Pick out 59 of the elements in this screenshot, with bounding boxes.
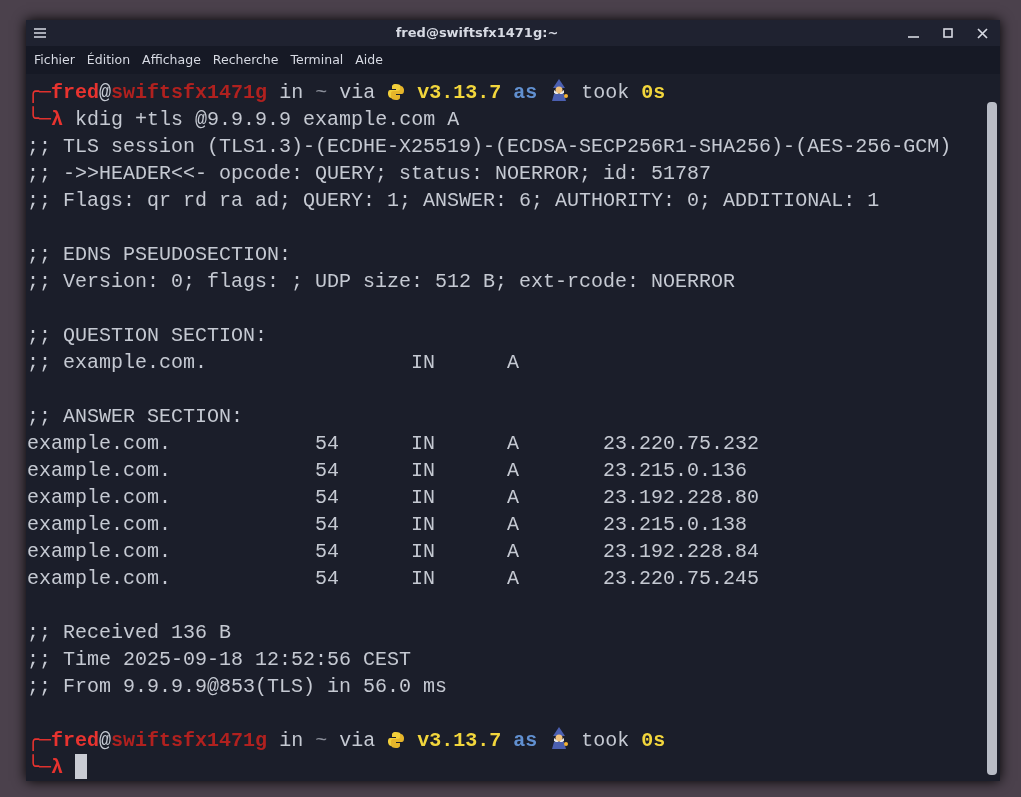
host-name: swiftsfx1471g bbox=[111, 729, 268, 752]
output-line: example.com. 54 IN A 23.192.228.84 bbox=[27, 540, 760, 563]
prompt-word: as bbox=[513, 81, 538, 104]
prompt-bracket: ╰─ bbox=[27, 756, 52, 779]
user-name: fred bbox=[51, 81, 100, 104]
output-line: example.com. 54 IN A 23.220.75.232 bbox=[27, 432, 760, 455]
scrollbar-thumb[interactable] bbox=[987, 102, 997, 775]
maximize-icon[interactable] bbox=[943, 28, 953, 39]
wizard-icon bbox=[549, 727, 570, 749]
wizard-icon bbox=[549, 79, 570, 101]
close-icon[interactable] bbox=[977, 27, 988, 39]
user-name: fred bbox=[51, 729, 100, 752]
output-line: ;; Flags: qr rd ra ad; QUERY: 1; ANSWER: 6; AUTHORITY: 0; ADDITIONAL: 1 bbox=[27, 189, 880, 212]
menu-item[interactable]: Affichage bbox=[136, 48, 207, 72]
output-line: example.com. 54 IN A 23.192.228.80 bbox=[27, 486, 760, 509]
lambda-symbol: λ bbox=[51, 108, 64, 131]
output-line: ;; TLS session (TLS1.3)-(ECDHE-X25519)-(ECDSA-SECP256R1-SHA256)-(AES-256-GCM) bbox=[27, 135, 952, 158]
python-version: v3.13.7 bbox=[417, 81, 502, 104]
prompt-word: took bbox=[581, 729, 630, 752]
prompt-bracket: ╭─ bbox=[27, 81, 52, 104]
window-title: fred@swiftsfx1471g:~ bbox=[394, 24, 560, 43]
prompt-bracket: ╰─ bbox=[27, 108, 52, 131]
output-line: ;; ANSWER SECTION: bbox=[27, 405, 244, 428]
lambda-symbol: λ bbox=[51, 756, 64, 779]
snake-icon bbox=[387, 83, 406, 101]
output-line: ;; Time 2025-09-18 12:52:56 CEST bbox=[27, 648, 412, 671]
output-line: ;; Version: 0; flags: ; UDP size: 512 B; ext-rcode: NOERROR bbox=[27, 270, 736, 293]
menu-item[interactable]: Terminal bbox=[284, 48, 350, 72]
prompt-word: in bbox=[279, 81, 304, 104]
menu-item[interactable]: Édition bbox=[80, 48, 137, 72]
output-line: ;; From 9.9.9.9@853(TLS) in 56.0 ms bbox=[27, 675, 448, 698]
directory: ~ bbox=[315, 81, 328, 104]
prompt-word: took bbox=[581, 81, 630, 104]
host-name: swiftsfx1471g bbox=[111, 81, 268, 104]
output-line: ;; QUESTION SECTION: bbox=[27, 324, 268, 347]
menu-icon[interactable] bbox=[34, 28, 46, 39]
menu-item[interactable]: Recherche bbox=[206, 48, 285, 72]
output-line: example.com. 54 IN A 23.220.75.245 bbox=[27, 567, 760, 590]
menu-item[interactable]: Aide bbox=[349, 48, 389, 72]
prompt-word: as bbox=[513, 729, 538, 752]
output-line: ;; ->>HEADER<<- opcode: QUERY; status: NOERROR; id: 51787 bbox=[27, 162, 712, 185]
output-line: example.com. 54 IN A 23.215.0.136 bbox=[27, 459, 748, 482]
python-version: v3.13.7 bbox=[417, 729, 502, 752]
output-line: ;; Received 136 B bbox=[27, 621, 232, 644]
at-sign: @ bbox=[99, 81, 112, 104]
output-line: ;; example.com. IN A bbox=[27, 351, 520, 374]
prompt-word: via bbox=[339, 729, 376, 752]
command-text: kdig +tls @9.9.9.9 example.com A bbox=[75, 108, 460, 131]
prompt-bracket: ╭─ bbox=[27, 729, 52, 752]
duration: 0s bbox=[641, 81, 666, 104]
prompt-word: in bbox=[279, 729, 304, 752]
prompt-word: via bbox=[339, 81, 376, 104]
output-line: example.com. 54 IN A 23.215.0.138 bbox=[27, 513, 748, 536]
at-sign: @ bbox=[99, 729, 112, 752]
snake-icon bbox=[387, 731, 406, 749]
menu-item[interactable]: Fichier bbox=[28, 48, 81, 72]
directory: ~ bbox=[315, 729, 328, 752]
output-line: ;; EDNS PSEUDOSECTION: bbox=[27, 243, 292, 266]
duration: 0s bbox=[641, 729, 666, 752]
